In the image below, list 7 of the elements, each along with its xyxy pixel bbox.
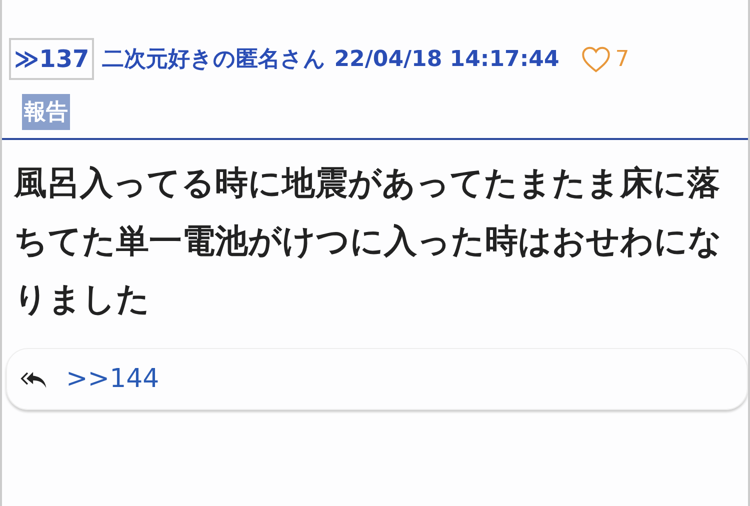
like-count: 7 (615, 46, 630, 72)
reply-all-icon[interactable] (20, 370, 48, 388)
post-timestamp: 22/04/18 14:17:44 (334, 46, 560, 72)
post-number-link[interactable]: ≫137 (9, 38, 94, 80)
reply-link[interactable]: >>144 (66, 364, 160, 394)
author-name: 二次元好きの匿名さん (102, 46, 326, 74)
post-body: 風呂入ってる時に地震があってたまたま床に落ちてた単一電池がけつに入った時はおせわになりました (14, 162, 723, 320)
